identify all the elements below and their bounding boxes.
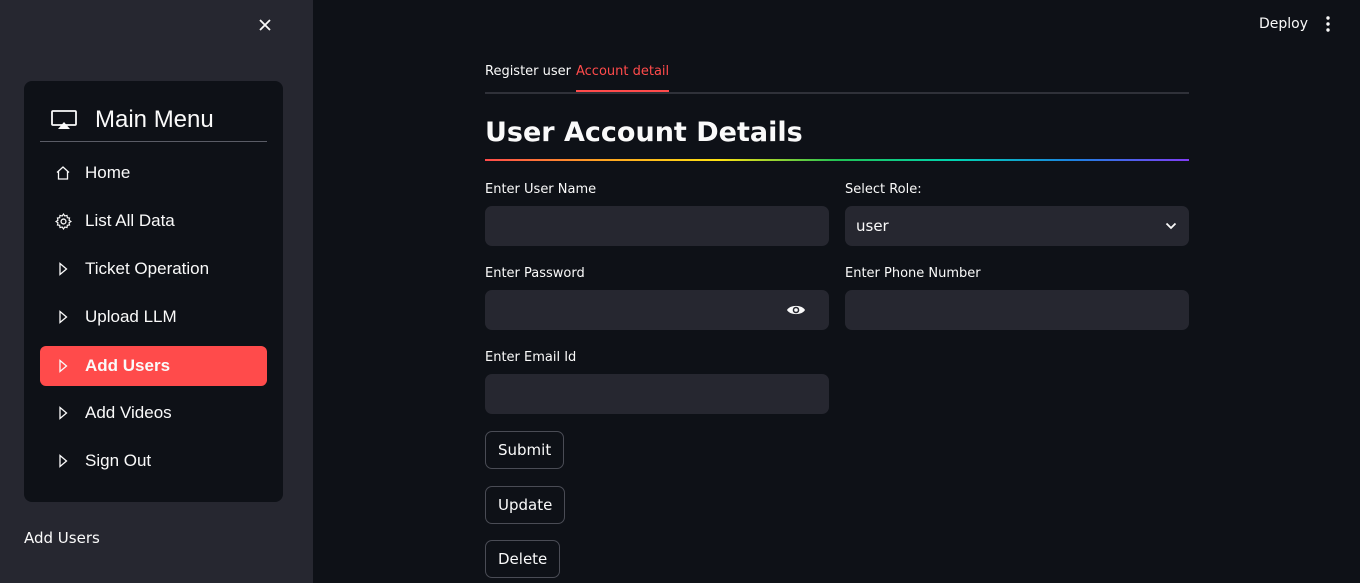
caret-right-icon xyxy=(54,308,72,326)
username-label: Enter User Name xyxy=(485,182,597,197)
chevron-down-icon xyxy=(1165,222,1177,230)
tab-register-user[interactable]: Register user xyxy=(485,64,571,92)
password-label: Enter Password xyxy=(485,266,585,281)
menu-title: Main Menu xyxy=(95,106,214,133)
title-divider xyxy=(485,159,1189,161)
page-title: User Account Details xyxy=(485,117,803,148)
home-icon xyxy=(54,164,72,182)
role-select-value: user xyxy=(856,217,889,235)
phone-input[interactable] xyxy=(845,290,1189,330)
sidebar-footer-text: Add Users xyxy=(24,529,100,547)
sidebar-item-label: Sign Out xyxy=(85,451,152,470)
close-sidebar-button[interactable] xyxy=(254,14,276,36)
username-input[interactable] xyxy=(485,206,829,246)
role-select[interactable]: user xyxy=(845,206,1189,246)
tab-account-detail[interactable]: Account detail xyxy=(576,64,670,92)
eye-icon xyxy=(787,305,805,315)
sidebar-item-list-all-data[interactable]: List All Data xyxy=(40,201,267,241)
phone-label: Enter Phone Number xyxy=(845,266,981,281)
sidebar: Main Menu Home List All Data Ticket Oper… xyxy=(0,0,313,583)
main-menu-button[interactable] xyxy=(1318,13,1338,35)
caret-right-icon xyxy=(54,260,72,278)
menu-header: Main Menu xyxy=(40,99,267,142)
kebab-menu-icon xyxy=(1326,16,1330,32)
sidebar-item-label: List All Data xyxy=(85,211,175,230)
deploy-button[interactable]: Deploy xyxy=(1252,13,1315,35)
email-label: Enter Email Id xyxy=(485,350,577,365)
airplay-icon xyxy=(51,109,79,131)
gear-icon xyxy=(54,212,72,230)
show-password-button[interactable] xyxy=(785,300,807,320)
main-menu: Main Menu Home List All Data Ticket Oper… xyxy=(24,81,283,502)
role-label: Select Role: xyxy=(845,182,922,197)
sidebar-item-home[interactable]: Home xyxy=(40,153,267,193)
sidebar-item-label: Upload LLM xyxy=(85,307,177,326)
delete-button[interactable]: Delete xyxy=(485,540,561,578)
sidebar-item-add-videos[interactable]: Add Videos xyxy=(40,393,267,433)
email-input[interactable] xyxy=(485,374,829,414)
tab-bar: Register user Account detail xyxy=(485,60,1189,94)
sidebar-item-upload-llm[interactable]: Upload LLM xyxy=(40,297,267,337)
sidebar-item-label: Home xyxy=(85,163,131,182)
close-icon xyxy=(259,19,271,31)
caret-right-icon xyxy=(54,404,72,422)
submit-button[interactable]: Submit xyxy=(485,431,565,469)
sidebar-item-label: Add Users xyxy=(85,356,171,375)
sidebar-item-label: Add Videos xyxy=(85,403,172,422)
password-input[interactable] xyxy=(485,290,829,330)
caret-right-icon xyxy=(54,452,72,470)
sidebar-item-label: Ticket Operation xyxy=(85,259,210,278)
caret-right-icon xyxy=(54,357,72,375)
sidebar-item-add-users[interactable]: Add Users xyxy=(40,346,267,386)
sidebar-item-ticket-operation[interactable]: Ticket Operation xyxy=(40,249,267,289)
sidebar-item-sign-out[interactable]: Sign Out xyxy=(40,441,267,481)
update-button[interactable]: Update xyxy=(485,486,566,524)
